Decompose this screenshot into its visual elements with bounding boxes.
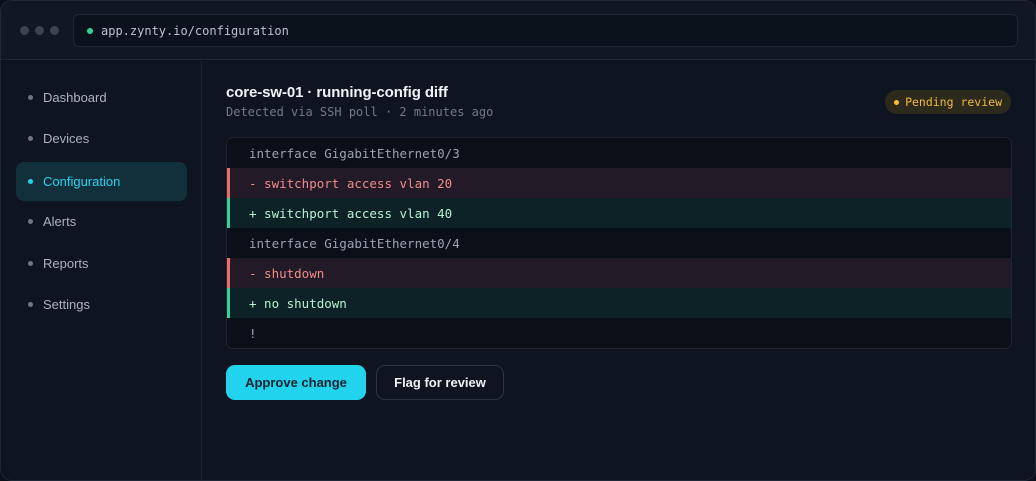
- window-dot-icon[interactable]: [35, 26, 44, 35]
- status-badge: Pending review: [885, 90, 1011, 114]
- sidebar: Dashboard Devices Configuration Alerts R…: [1, 61, 202, 480]
- diff-line-removed: - shutdown: [227, 258, 1011, 288]
- approve-change-button[interactable]: Approve change: [226, 365, 366, 400]
- bullet-icon: [28, 95, 33, 100]
- diff-line-context: !: [249, 325, 257, 341]
- sidebar-item-label: Devices: [43, 131, 90, 146]
- sidebar-item-label: Alerts: [43, 214, 77, 229]
- window-controls: [20, 26, 59, 35]
- address-bar[interactable]: app.zynty.io/configuration: [73, 14, 1018, 47]
- window-dot-icon[interactable]: [20, 26, 29, 35]
- sidebar-item-label: Reports: [43, 256, 89, 271]
- bullet-icon: [28, 179, 33, 184]
- pending-dot-icon: [894, 99, 900, 105]
- page-title: core-sw-01 · running-config diff: [226, 84, 448, 101]
- page-subtitle: Detected via SSH poll · 2 minutes ago: [226, 105, 494, 119]
- window-dot-icon[interactable]: [50, 26, 59, 35]
- url-text: app.zynty.io/configuration: [101, 23, 289, 38]
- sidebar-item-label: Dashboard: [43, 90, 107, 105]
- status-badge-label: Pending review: [905, 95, 1002, 109]
- sidebar-item-settings[interactable]: Settings: [16, 285, 187, 324]
- sidebar-item-reports[interactable]: Reports: [16, 244, 187, 283]
- diff-line-removed: - switchport access vlan 20: [227, 168, 1011, 198]
- config-diff: interface GigabitEthernet0/3 - switchpor…: [226, 137, 1012, 349]
- diff-line-context: interface GigabitEthernet0/3: [249, 145, 460, 161]
- browser-toolbar: app.zynty.io/configuration: [1, 1, 1035, 60]
- bullet-icon: [28, 136, 33, 141]
- sidebar-item-label: Configuration: [43, 174, 121, 189]
- secure-status-icon: [87, 27, 93, 34]
- sidebar-item-alerts[interactable]: Alerts: [16, 202, 187, 241]
- bullet-icon: [28, 261, 33, 266]
- app-window: app.zynty.io/configuration Dashboard Dev…: [0, 0, 1036, 481]
- sidebar-item-label: Settings: [43, 297, 90, 312]
- diff-line-added: + switchport access vlan 40: [227, 198, 1011, 228]
- main-content: core-sw-01 · running-config diff Detecte…: [203, 61, 1035, 480]
- sidebar-item-configuration[interactable]: Configuration: [16, 162, 187, 201]
- bullet-icon: [28, 219, 33, 224]
- sidebar-item-devices[interactable]: Devices: [16, 119, 187, 158]
- sidebar-item-dashboard[interactable]: Dashboard: [16, 78, 187, 117]
- diff-line-context: interface GigabitEthernet0/4: [249, 235, 460, 251]
- bullet-icon: [28, 302, 33, 307]
- flag-for-review-button[interactable]: Flag for review: [376, 365, 504, 400]
- diff-line-added: + no shutdown: [227, 288, 1011, 318]
